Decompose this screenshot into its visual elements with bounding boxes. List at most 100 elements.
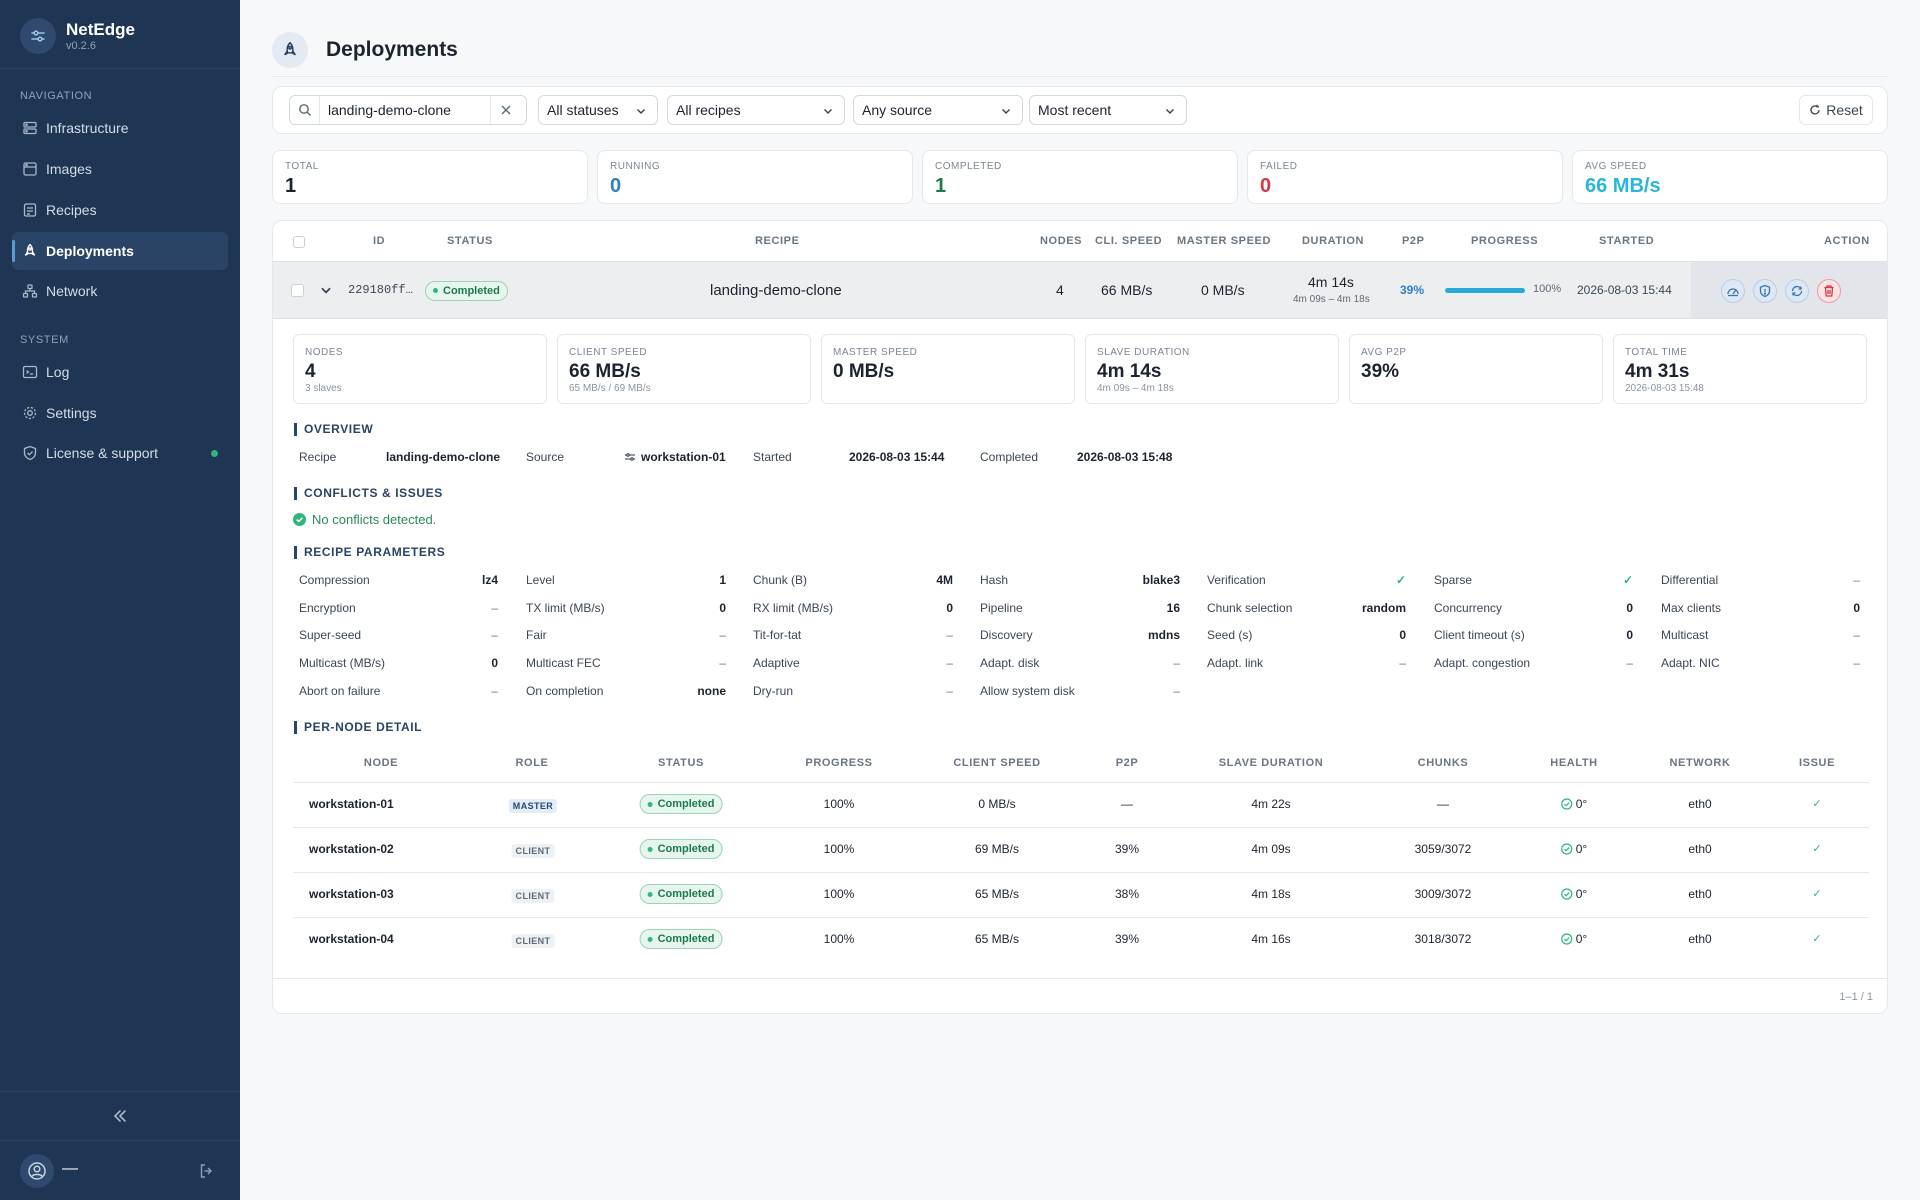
stat-card-total: TOTAL 1 [272, 150, 588, 204]
param-value: ✓ [1395, 573, 1406, 587]
sort-value: Most recent [1038, 102, 1112, 118]
col-progress[interactable]: PROGRESS [1471, 235, 1538, 247]
overview-recipe: landing-demo-clone [386, 450, 500, 464]
param-label: Differential [1661, 573, 1719, 587]
node-row[interactable]: workstation-03 CLIENT Completed 100% 65 MB/s… [293, 872, 1869, 917]
select-all-checkbox[interactable] [293, 236, 305, 248]
col-id[interactable]: ID [373, 235, 385, 247]
param-label: Adapt. NIC [1661, 656, 1720, 670]
sidebar-item-recipes[interactable]: Recipes [12, 191, 228, 229]
user-avatar-icon[interactable] [20, 1154, 54, 1188]
dashboard-icon[interactable] [1721, 279, 1745, 303]
table-row[interactable]: 229180ff… Completed landing-demo-clone 4… [273, 261, 1887, 319]
sidebar-item-log[interactable]: Log [12, 353, 228, 391]
conflicts-heading: CONFLICTS & ISSUES [294, 487, 443, 500]
node-network: eth0 [1688, 932, 1712, 946]
shield-icon[interactable] [1753, 279, 1777, 303]
col-recipe[interactable]: RECIPE [755, 235, 800, 247]
role-badge: CLIENT [511, 844, 555, 858]
col-duration[interactable]: DURATION [1302, 235, 1364, 247]
stat-value: 66 MB/s [1585, 175, 1661, 197]
disk-icon [22, 161, 38, 177]
col-status[interactable]: STATUS [447, 235, 493, 247]
sidebar-item-license[interactable]: License & support [12, 434, 228, 472]
card-value: 4m 31s [1625, 361, 1690, 382]
pagination-info: 1–1 / 1 [1839, 991, 1873, 1003]
card-value: 4 [305, 361, 316, 382]
param-value: blake3 [1142, 573, 1180, 587]
sidebar-item-images[interactable]: Images [12, 150, 228, 188]
server-icon [22, 120, 38, 136]
col-action: ACTION [1824, 235, 1870, 247]
search-input[interactable] [320, 97, 490, 123]
redeploy-icon[interactable] [1785, 279, 1809, 303]
recipe-filter-select[interactable]: All recipes [667, 95, 845, 125]
expand-chevron-icon[interactable] [319, 283, 333, 297]
sort-select[interactable]: Most recent [1029, 95, 1187, 125]
param-value: 0 [1626, 601, 1633, 615]
param-value: 1 [719, 573, 726, 587]
page-title: Deployments [326, 38, 458, 61]
card-value: 39% [1361, 361, 1400, 382]
card-value: 4m 14s [1097, 361, 1162, 382]
clear-search-icon[interactable] [490, 96, 520, 124]
node-name[interactable]: workstation-03 [309, 887, 394, 901]
sidebar-item-settings[interactable]: Settings [12, 394, 228, 432]
duration-range: 4m 09s – 4m 18s [1293, 294, 1370, 305]
param-value: – [1173, 684, 1180, 698]
param-label: Dry-run [753, 684, 794, 698]
col-nodes[interactable]: NODES [1040, 235, 1082, 247]
per-node-heading: PER-NODE DETAIL [294, 721, 422, 734]
sidebar-item-infrastructure[interactable]: Infrastructure [12, 109, 228, 147]
param-value: – [719, 628, 726, 642]
stat-value: 1 [935, 175, 947, 197]
brand[interactable]: NetEdge v0.2.6 [20, 18, 135, 54]
delete-icon[interactable] [1817, 279, 1841, 303]
stat-value: 0 [1260, 175, 1272, 197]
overview-source[interactable]: workstation-01 [641, 450, 726, 464]
status-filter-select[interactable]: All statuses [538, 95, 658, 125]
param-value: 4M [936, 573, 953, 587]
recipe-filter-value: All recipes [676, 102, 741, 118]
node-progress: 100% [823, 797, 855, 811]
col-master-speed[interactable]: MASTER SPEED [1177, 235, 1271, 247]
stat-label: TOTAL [285, 161, 319, 172]
node-row[interactable]: workstation-02 CLIENT Completed 100% 69 MB/s… [293, 827, 1869, 872]
collapse-sidebar-icon[interactable] [110, 1106, 130, 1126]
check-circle-icon [293, 513, 306, 526]
sidebar-item-network[interactable]: Network [12, 272, 228, 310]
reset-button[interactable]: Reset [1799, 95, 1873, 125]
sidebar-item-deployments[interactable]: Deployments [12, 232, 228, 270]
param-label: Multicast [1661, 628, 1709, 642]
param-value: 0 [491, 656, 498, 670]
stat-label: AVG SPEED [1585, 161, 1647, 172]
col-cli-speed[interactable]: CLI. SPEED [1095, 235, 1162, 247]
role-badge: CLIENT [511, 889, 555, 903]
node-col-chunks: CHUNKS [1417, 757, 1469, 769]
node-status: Completed [639, 794, 723, 814]
node-status: Completed [639, 839, 723, 859]
param-value: lz4 [481, 573, 498, 587]
col-started[interactable]: STARTED [1599, 235, 1654, 247]
node-name[interactable]: workstation-01 [309, 797, 394, 811]
node-name[interactable]: workstation-04 [309, 932, 394, 946]
node-row[interactable]: workstation-04 CLIENT Completed 100% 65 MB/s… [293, 917, 1869, 962]
app-version: v0.2.6 [66, 39, 96, 52]
row-checkbox[interactable] [291, 284, 304, 297]
node-chunks: 3059/3072 [1414, 842, 1472, 856]
node-row[interactable]: workstation-01 MASTER Completed 100% 0 MB/s —… [293, 782, 1869, 827]
p2p-value: 39% [1400, 283, 1425, 297]
chevron-down-icon [822, 104, 834, 116]
node-name[interactable]: workstation-02 [309, 842, 394, 856]
node-p2p: — [1121, 797, 1133, 811]
node-p2p: 38% [1114, 887, 1140, 901]
logout-icon[interactable] [198, 1162, 216, 1180]
deployment-id[interactable]: 229180ff… [348, 283, 413, 297]
source-filter-select[interactable]: Any source [853, 95, 1023, 125]
param-value: – [1173, 656, 1180, 670]
col-p2p[interactable]: P2P [1402, 235, 1425, 247]
param-value: 16 [1166, 601, 1180, 615]
node-slave-duration: 4m 16s [1251, 932, 1291, 946]
stat-label: COMPLETED [935, 161, 1002, 172]
row-actions [1691, 262, 1887, 318]
